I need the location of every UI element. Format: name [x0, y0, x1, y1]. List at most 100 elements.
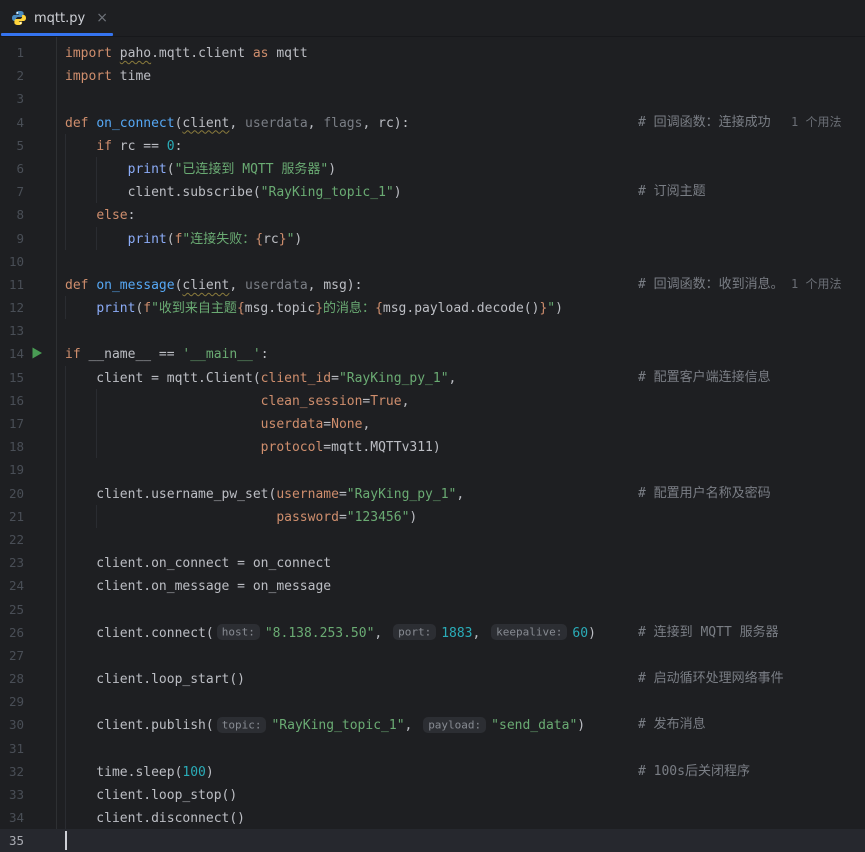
line-number[interactable]: 18: [0, 435, 24, 458]
parameter-inlay-hint[interactable]: payload:: [423, 717, 486, 733]
code-line[interactable]: 13: [0, 319, 865, 342]
line-number[interactable]: 33: [0, 783, 24, 806]
parameter-inlay-hint[interactable]: host:: [217, 624, 260, 640]
tab-close-icon[interactable]: ×: [96, 11, 108, 25]
parameter-inlay-hint[interactable]: topic:: [217, 717, 267, 733]
code-line[interactable]: 18 protocol=mqtt.MQTTv311): [0, 435, 865, 458]
line-number[interactable]: 21: [0, 505, 24, 528]
usages-code-vision-hint[interactable]: 1 个用法: [791, 111, 841, 134]
line-number[interactable]: 2: [0, 64, 24, 87]
code-line[interactable]: 25: [0, 598, 865, 621]
code-line[interactable]: 12 print(f"收到来自主题{msg.topic}的消息：{msg.pay…: [0, 296, 865, 319]
line-number[interactable]: 3: [0, 87, 24, 110]
line-number[interactable]: 26: [0, 621, 24, 644]
code-line[interactable]: 10: [0, 250, 865, 273]
code-line[interactable]: 21 password="123456"): [0, 505, 865, 528]
line-number[interactable]: 4: [0, 111, 24, 134]
token: mqtt: [269, 46, 308, 61]
editor-area[interactable]: 1import paho.mqtt.client as mqtt2import …: [0, 37, 865, 852]
line-number[interactable]: 16: [0, 389, 24, 412]
token: :: [175, 139, 183, 154]
code-line[interactable]: 32 time.sleep(100)# 100s后关闭程序: [0, 760, 865, 783]
line-number[interactable]: 30: [0, 713, 24, 736]
line-number[interactable]: 17: [0, 412, 24, 435]
token: flags: [323, 116, 362, 131]
token: ,: [449, 371, 457, 386]
code-line[interactable]: 30 client.publish(topic:"RayKing_topic_1…: [0, 713, 865, 736]
code-line[interactable]: 11def on_message(client, userdata, msg):…: [0, 273, 865, 296]
line-number[interactable]: 28: [0, 667, 24, 690]
line-number[interactable]: 5: [0, 134, 24, 157]
token: , msg):: [308, 278, 363, 293]
token: =: [323, 417, 331, 432]
tab-mqtt-py[interactable]: mqtt.py ×: [0, 0, 120, 36]
line-number[interactable]: 11: [0, 273, 24, 296]
code-line[interactable]: 31: [0, 737, 865, 760]
token: rc ==: [112, 139, 167, 154]
code-line[interactable]: 3: [0, 87, 865, 110]
line-number[interactable]: 19: [0, 458, 24, 481]
code-line[interactable]: 35: [0, 829, 865, 852]
code-line[interactable]: 22: [0, 528, 865, 551]
indent-guide: [65, 644, 66, 667]
run-button[interactable]: [30, 346, 44, 360]
line-number[interactable]: 31: [0, 737, 24, 760]
line-number[interactable]: 20: [0, 482, 24, 505]
token: }: [315, 301, 323, 316]
line-number[interactable]: 8: [0, 203, 24, 226]
code-line[interactable]: 5 if rc == 0:: [0, 134, 865, 157]
line-number[interactable]: 10: [0, 250, 24, 273]
code-line[interactable]: 9 print(f"连接失败：{rc}"): [0, 227, 865, 250]
line-number[interactable]: 25: [0, 598, 24, 621]
line-number[interactable]: 32: [0, 760, 24, 783]
code-line[interactable]: 29: [0, 690, 865, 713]
token: '__main__': [182, 347, 260, 362]
line-number[interactable]: 15: [0, 366, 24, 389]
code-line[interactable]: 23 client.on_connect = on_connect: [0, 551, 865, 574]
code-line[interactable]: 8 else:: [0, 203, 865, 226]
code-line[interactable]: 33 client.loop_stop(): [0, 783, 865, 806]
line-number[interactable]: 24: [0, 574, 24, 597]
token: {: [255, 232, 263, 247]
code-line[interactable]: 1import paho.mqtt.client as mqtt: [0, 41, 865, 64]
usages-code-vision-hint[interactable]: 1 个用法: [791, 273, 841, 296]
line-number[interactable]: 35: [0, 829, 24, 852]
code-line[interactable]: 34 client.disconnect(): [0, 806, 865, 829]
code-text: protocol=mqtt.MQTTv311): [65, 440, 441, 455]
line-number[interactable]: 7: [0, 180, 24, 203]
code-line[interactable]: 6 print("已连接到 MQTT 服务器"): [0, 157, 865, 180]
token: as: [253, 46, 269, 61]
line-number[interactable]: 29: [0, 690, 24, 713]
token: [65, 510, 276, 525]
line-number[interactable]: 12: [0, 296, 24, 319]
code-line[interactable]: 2import time: [0, 64, 865, 87]
line-number[interactable]: 14: [0, 342, 24, 365]
line-number[interactable]: 23: [0, 551, 24, 574]
code-line[interactable]: 20 client.username_pw_set(username="RayK…: [0, 482, 865, 505]
parameter-inlay-hint[interactable]: keepalive:: [491, 624, 567, 640]
line-number[interactable]: 27: [0, 644, 24, 667]
line-number[interactable]: 1: [0, 41, 24, 64]
editor-tab-bar: mqtt.py ×: [0, 0, 865, 37]
code-line[interactable]: 26 client.connect(host:"8.138.253.50", p…: [0, 621, 865, 644]
line-number[interactable]: 34: [0, 806, 24, 829]
token: print: [96, 301, 135, 316]
line-number[interactable]: 9: [0, 227, 24, 250]
token: [65, 162, 128, 177]
line-number[interactable]: 22: [0, 528, 24, 551]
code-line[interactable]: 14if __name__ == '__main__':: [0, 342, 865, 365]
code-line[interactable]: 17 userdata=None,: [0, 412, 865, 435]
code-line[interactable]: 4def on_connect(client, userdata, flags,…: [0, 111, 865, 134]
code-line[interactable]: 24 client.on_message = on_message: [0, 574, 865, 597]
code-line[interactable]: 15 client = mqtt.Client(client_id="RayKi…: [0, 366, 865, 389]
code-line[interactable]: 16 clean_session=True,: [0, 389, 865, 412]
line-number[interactable]: 6: [0, 157, 24, 180]
code-line[interactable]: 27: [0, 644, 865, 667]
code-text: print(f"收到来自主题{msg.topic}的消息：{msg.payloa…: [65, 301, 563, 316]
code-line[interactable]: 28 client.loop_start()# 启动循环处理网络事件: [0, 667, 865, 690]
indent-guide: [65, 528, 66, 551]
code-line[interactable]: 19: [0, 458, 865, 481]
code-line[interactable]: 7 client.subscribe("RayKing_topic_1")# 订…: [0, 180, 865, 203]
parameter-inlay-hint[interactable]: port:: [393, 624, 436, 640]
line-number[interactable]: 13: [0, 319, 24, 342]
